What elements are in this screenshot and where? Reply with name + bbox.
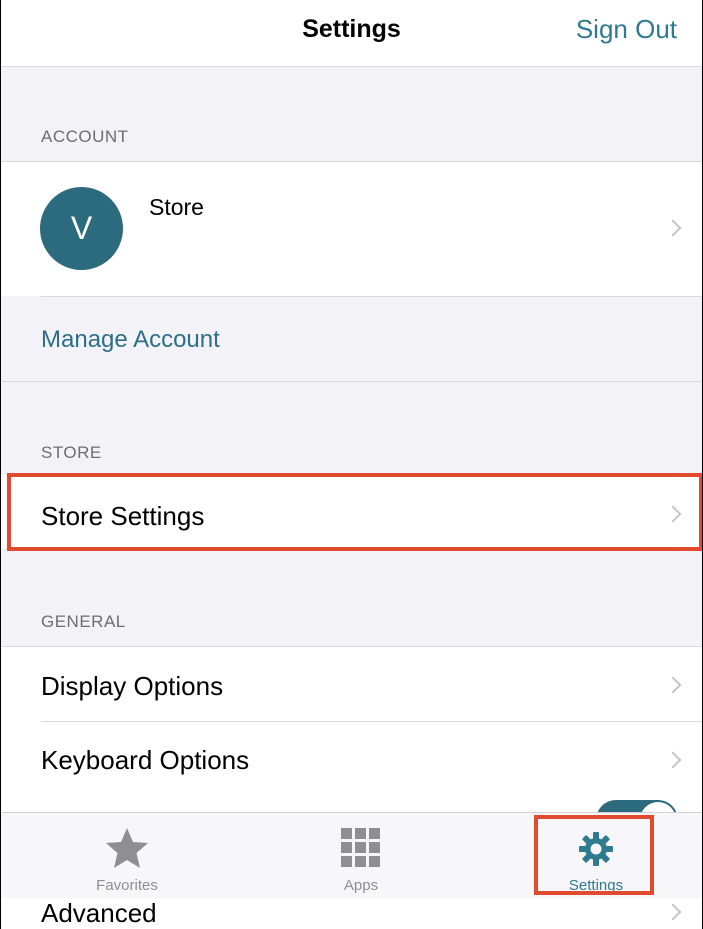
star-icon	[106, 828, 148, 868]
tab-favorites[interactable]: Favorites	[47, 813, 207, 899]
store-section-header: STORE	[41, 443, 102, 462]
avatar-initial: V	[70, 210, 93, 246]
grid-icon	[341, 828, 380, 867]
general-section-header: GENERAL	[41, 612, 126, 631]
tab-label-apps: Apps	[343, 877, 379, 894]
tab-apps[interactable]: Apps	[281, 813, 441, 899]
account-name: Store	[149, 194, 204, 220]
highlight-box	[534, 815, 654, 895]
display-options-label[interactable]: Display Options	[41, 671, 223, 702]
manage-account-link[interactable]: Manage Account	[41, 326, 220, 354]
advanced-label: Advanced	[41, 898, 157, 928]
highlight-box	[7, 473, 703, 551]
keyboard-options-label[interactable]: Keyboard Options	[41, 745, 249, 776]
avatar: V	[40, 187, 123, 270]
account-section-header: ACCOUNT	[41, 127, 129, 146]
tab-label-favorites: Favorites	[96, 877, 158, 894]
sign-out-button[interactable]: Sign Out	[576, 14, 677, 45]
navigation-bar: Settings Sign Out	[0, 0, 703, 67]
